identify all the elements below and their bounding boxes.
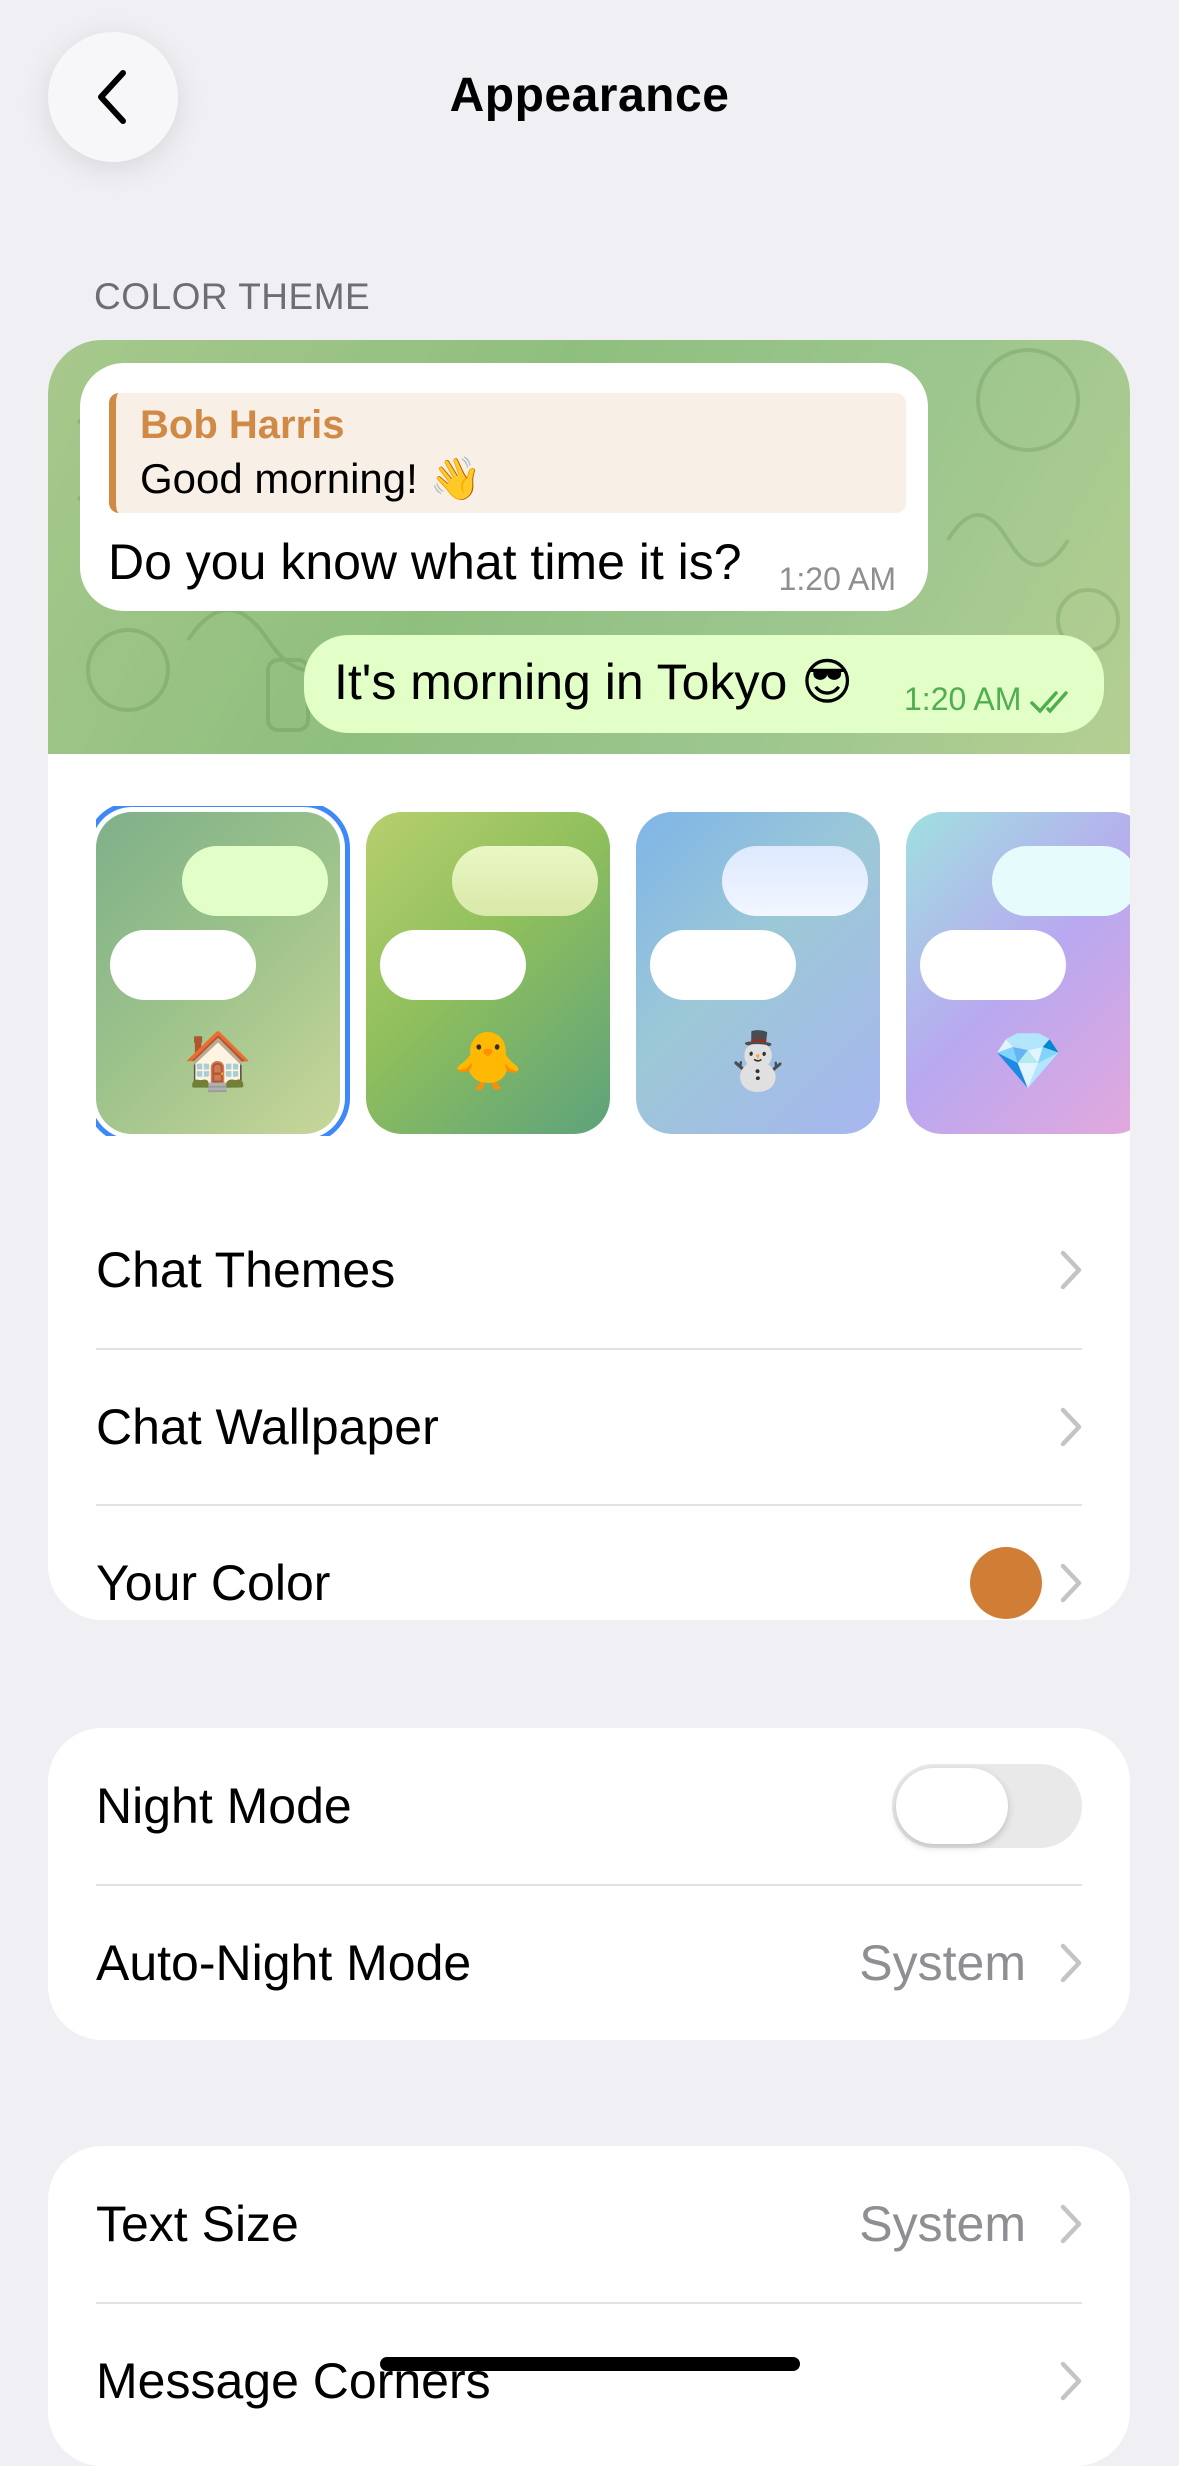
theme-option-green[interactable]: 🏠 — [96, 812, 340, 1134]
chat-themes-label: Chat Themes — [96, 1242, 396, 1298]
incoming-message-bubble: Bob Harris Good morning! 👋 Do you know w… — [80, 363, 928, 611]
chevron-right-icon — [1060, 1563, 1082, 1603]
auto-night-mode-row[interactable]: Auto-Night Mode System — [96, 1885, 1082, 2040]
theme-preview-bubble — [452, 846, 598, 916]
theme-preview-bubble — [182, 846, 328, 916]
chat-themes-row[interactable]: Chat Themes — [96, 1192, 1082, 1348]
outgoing-message-bubble: It's morning in Tokyo 😎 1:20 AM — [304, 635, 1104, 733]
house-icon: 🏠 — [183, 1029, 253, 1092]
chevron-right-icon — [1060, 1250, 1082, 1290]
text-size-row[interactable]: Text Size System — [96, 2146, 1082, 2302]
theme-preview-bubble — [920, 930, 1066, 1000]
theme-option-snowman[interactable]: ⛄ — [636, 812, 880, 1134]
chevron-right-icon — [1060, 1407, 1082, 1447]
color-theme-card: Bob Harris Good morning! 👋 Do you know w… — [48, 340, 1130, 1620]
chick-icon: 🐥 — [453, 1029, 523, 1092]
theme-preview-bubble — [992, 846, 1130, 916]
your-color-swatch — [970, 1547, 1042, 1619]
incoming-message-text: Do you know what time it is? — [108, 534, 742, 590]
night-mode-label: Night Mode — [96, 1778, 352, 1834]
reply-quote: Bob Harris Good morning! 👋 — [109, 393, 906, 513]
incoming-message-time: 1:20 AM — [778, 561, 896, 597]
text-size-label: Text Size — [96, 2196, 299, 2252]
theme-preview-bubble — [650, 930, 796, 1000]
your-color-label: Your Color — [96, 1555, 331, 1611]
section-label-color-theme: COLOR THEME — [94, 276, 371, 317]
chat-wallpaper-label: Chat Wallpaper — [96, 1399, 439, 1455]
night-mode-row: Night Mode — [96, 1728, 1082, 1884]
auto-night-mode-value: System — [859, 1935, 1026, 1991]
snowman-icon: ⛄ — [723, 1029, 793, 1092]
your-color-row[interactable]: Your Color — [96, 1505, 1082, 1620]
theme-option-chick[interactable]: 🐥 — [366, 812, 610, 1134]
chat-wallpaper-row[interactable]: Chat Wallpaper — [96, 1349, 1082, 1505]
page-title: Appearance — [449, 69, 730, 122]
chat-preview: Bob Harris Good morning! 👋 Do you know w… — [48, 340, 1130, 754]
outgoing-message-time: 1:20 AM — [904, 681, 1076, 718]
night-mode-card: Night Mode Auto-Night Mode System — [48, 1728, 1130, 2040]
text-settings-card: Text Size System Message Corners — [48, 2146, 1130, 2466]
theme-preview-bubble — [380, 930, 526, 1000]
theme-preview-bubble — [722, 846, 868, 916]
chevron-right-icon — [1060, 2204, 1082, 2244]
toggle-knob — [896, 1768, 1008, 1844]
message-corners-row[interactable]: Message Corners — [96, 2303, 1082, 2459]
chevron-right-icon — [1060, 1943, 1082, 1983]
outgoing-message-text: It's morning in Tokyo 😎 — [334, 654, 854, 710]
reply-text: Good morning! 👋 — [140, 455, 482, 502]
home-indicator — [380, 2357, 800, 2371]
double-check-icon — [1030, 690, 1069, 714]
auto-night-mode-label: Auto-Night Mode — [96, 1935, 472, 1991]
text-size-value: System — [859, 2196, 1026, 2252]
night-mode-toggle[interactable] — [892, 1764, 1082, 1848]
diamond-icon: 💎 — [993, 1029, 1063, 1092]
theme-option-diamond[interactable]: 💎 — [906, 812, 1130, 1134]
chevron-right-icon — [1060, 2361, 1082, 2401]
theme-list: 🏠 🐥 ⛄ 💎 — [96, 806, 1130, 1136]
reply-author: Bob Harris — [140, 403, 345, 447]
theme-preview-bubble — [110, 930, 256, 1000]
